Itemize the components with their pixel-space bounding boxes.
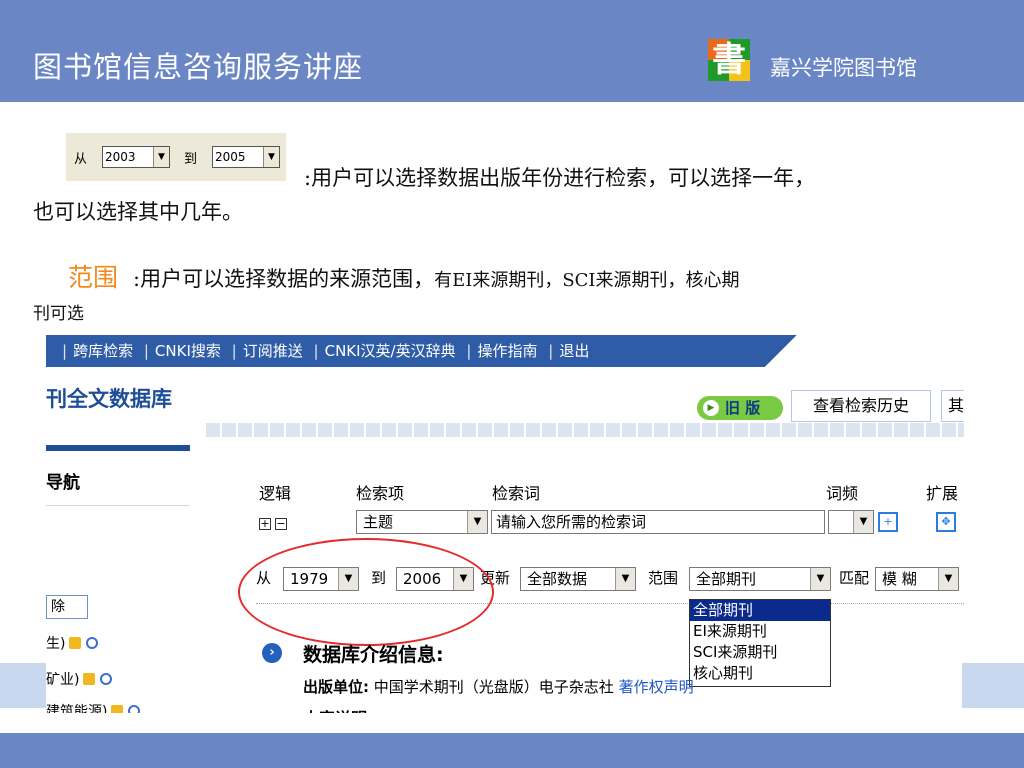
- content-note: 内容说明: [303, 705, 367, 713]
- years-description-line1: :用户可以选择数据出版年份进行检索，可以选择一年，: [304, 166, 816, 190]
- mini-to-year-select: 2005 ▼: [212, 146, 280, 168]
- nav-item-subscribe[interactable]: 订阅推送: [243, 342, 303, 360]
- column-keyword: 检索词: [492, 484, 541, 503]
- move-icon[interactable]: ✥: [936, 512, 956, 532]
- nav-item-logout[interactable]: 退出: [559, 342, 589, 360]
- keyword-input[interactable]: 请输入您所需的检索词: [491, 510, 825, 534]
- info-arrow-icon: ›: [262, 643, 282, 663]
- scope-option-sci[interactable]: SCI来源期刊: [690, 642, 830, 663]
- chevron-down-icon: ▼: [615, 568, 635, 590]
- chevron-down-icon: ▼: [153, 147, 169, 167]
- mini-from-year-select: 2003 ▼: [102, 146, 170, 168]
- lock-icon: [69, 637, 82, 649]
- copyright-link[interactable]: 著作权声明: [619, 678, 694, 696]
- match-select[interactable]: 模 糊 ▼: [875, 567, 959, 591]
- publisher-line: 出版单位: 中国学术期刊（光盘版）电子杂志社 著作权声明: [303, 676, 694, 697]
- side-list-item[interactable]: 建筑能源): [46, 701, 141, 713]
- mini-to-label: 到: [184, 152, 198, 167]
- column-frequency: 词频: [826, 484, 859, 503]
- chevron-down-icon: ▼: [263, 147, 279, 167]
- search-icon[interactable]: [128, 705, 141, 713]
- more-tab[interactable]: 其: [941, 390, 964, 422]
- years-description-line2: 也可以选择其中几年。: [33, 200, 243, 224]
- cnki-nav-bar: | 跨库检索 | CNKI搜索 | 订阅推送 | CNKI汉英/英汉辞典 | 操作指南 |…: [46, 335, 776, 367]
- chevron-down-icon: ▼: [853, 511, 873, 533]
- left-nav-label: 导航: [46, 473, 80, 493]
- column-expand: 扩展: [926, 484, 959, 503]
- nav-item-cnki-search[interactable]: CNKI搜索: [155, 342, 221, 360]
- nav-item-dictionary[interactable]: CNKI汉英/英汉辞典: [325, 342, 456, 360]
- scope-option-core[interactable]: 核心期刊: [690, 663, 830, 684]
- cnki-screenshot: | 跨库检索 | CNKI搜索 | 订阅推送 | CNKI汉英/英汉辞典 | 操作指南 |…: [46, 335, 964, 713]
- scope-option-all[interactable]: 全部期刊: [690, 600, 830, 621]
- minus-icon[interactable]: −: [275, 518, 287, 530]
- old-version-button[interactable]: ▶ 旧 版: [697, 396, 783, 420]
- column-logic: 逻辑: [259, 484, 292, 503]
- search-history-tab[interactable]: 查看检索历史: [791, 390, 931, 422]
- nav-item-guide[interactable]: 操作指南: [477, 342, 537, 360]
- publisher-label: 出版单位:: [303, 678, 369, 696]
- column-field: 检索项: [356, 484, 405, 503]
- slide-title: 图书馆信息咨询服务讲座: [33, 50, 364, 84]
- side-list-item[interactable]: 矿业): [46, 669, 113, 689]
- lock-icon: [111, 705, 124, 713]
- side-filter-input[interactable]: 除: [46, 595, 88, 619]
- year-range-picker-image: 从 2003 ▼ 到 2005 ▼: [66, 133, 286, 181]
- side-list-item[interactable]: 生): [46, 633, 99, 653]
- publisher-value: 中国学术期刊（光盘版）电子杂志社: [373, 678, 614, 696]
- highlight-ellipse: [238, 538, 494, 646]
- plus-icon[interactable]: +: [259, 518, 271, 530]
- nav-item-cross-db-search[interactable]: 跨库检索: [73, 342, 133, 360]
- scope-label: 范围: [648, 569, 679, 587]
- field-select[interactable]: 主题 ▼: [356, 510, 488, 534]
- scope-description-line2: 刊可选: [33, 304, 84, 324]
- logo-char: 書: [712, 40, 746, 80]
- update-select[interactable]: 全部数据 ▼: [520, 567, 636, 591]
- slide-footer: [0, 733, 1024, 768]
- match-label: 匹配: [839, 569, 870, 587]
- chevron-down-icon: ▼: [467, 511, 487, 533]
- mini-from-label: 从: [74, 152, 88, 167]
- library-logo: 書: [708, 39, 750, 81]
- chevron-down-icon: ▼: [938, 568, 958, 590]
- organization-name: 嘉兴学院图书馆: [770, 56, 917, 80]
- intro-title: 数据库介绍信息:: [303, 644, 444, 666]
- slide-header: 图书馆信息咨询服务讲座 書 嘉兴学院图书馆: [0, 0, 1024, 102]
- chevron-down-icon: ▼: [810, 568, 830, 590]
- play-icon: ▶: [703, 400, 719, 416]
- scope-select[interactable]: 全部期刊 ▼: [689, 567, 831, 591]
- scope-dropdown-list[interactable]: 全部期刊 EI来源期刊 SCI来源期刊 核心期刊: [689, 599, 831, 687]
- search-icon[interactable]: [86, 637, 99, 649]
- scope-description-line1: :用户可以选择数据的来源范围，有EI来源期刊，SCI来源期刊，核心期: [133, 267, 740, 291]
- database-title: 刊全文数据库: [46, 387, 172, 411]
- scope-heading: 范围: [68, 263, 119, 292]
- expand-keyword-icon[interactable]: +: [878, 512, 898, 532]
- lock-icon: [83, 673, 96, 685]
- row-add-remove: + −: [259, 515, 291, 531]
- frequency-select[interactable]: ▼: [828, 510, 874, 534]
- scope-option-ei[interactable]: EI来源期刊: [690, 621, 830, 642]
- search-icon[interactable]: [100, 673, 113, 685]
